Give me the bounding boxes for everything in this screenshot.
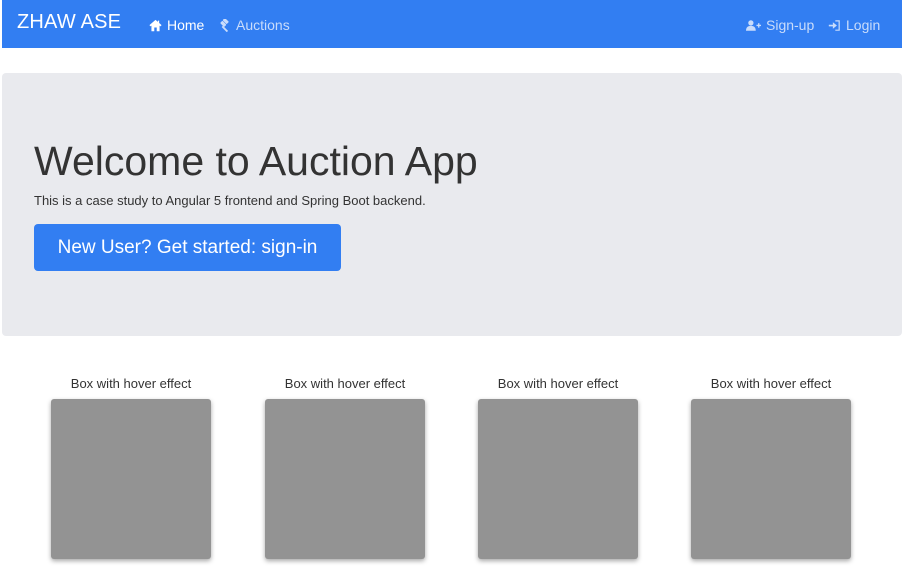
nav-item-label: Home <box>167 17 205 33</box>
nav-item-auctions[interactable]: Auctions <box>218 17 290 33</box>
hover-box[interactable] <box>51 399 211 559</box>
box-card: Box with hover effect <box>265 375 425 559</box>
box-card: Box with hover effect <box>51 375 211 559</box>
get-started-button[interactable]: New User? Get started: sign-in <box>34 224 341 271</box>
nav-item-login[interactable]: Login <box>828 17 880 33</box>
box-card: Box with hover effect <box>691 375 851 559</box>
box-label: Box with hover effect <box>284 376 406 391</box>
lead-text: This is a case study to Angular 5 fronte… <box>34 193 426 208</box>
box-label: Box with hover effect <box>710 376 832 391</box>
user-plus-icon <box>746 19 761 31</box>
box-label: Box with hover effect <box>70 376 192 391</box>
hover-box[interactable] <box>478 399 638 559</box>
nav-item-signup[interactable]: Sign-up <box>746 17 814 33</box>
hover-box[interactable] <box>691 399 851 559</box>
jumbotron: Welcome to Auction App This is a case st… <box>2 73 902 336</box>
navbar: ZHAW ASE Home Auctions Sign-up Login <box>2 0 902 48</box>
page-title: Welcome to Auction App <box>34 138 478 184</box>
sign-in-icon <box>828 19 840 31</box>
nav-item-label: Auctions <box>236 17 290 33</box>
home-icon <box>149 19 162 31</box>
hover-box[interactable] <box>265 399 425 559</box>
nav-item-home[interactable]: Home <box>149 17 204 33</box>
box-card: Box with hover effect <box>478 375 638 559</box>
gavel-icon <box>220 18 229 32</box>
box-label: Box with hover effect <box>497 376 619 391</box>
brand-link[interactable]: ZHAW ASE <box>17 11 121 34</box>
nav-item-label: Login <box>846 17 881 33</box>
nav-item-label: Sign-up <box>766 17 815 33</box>
